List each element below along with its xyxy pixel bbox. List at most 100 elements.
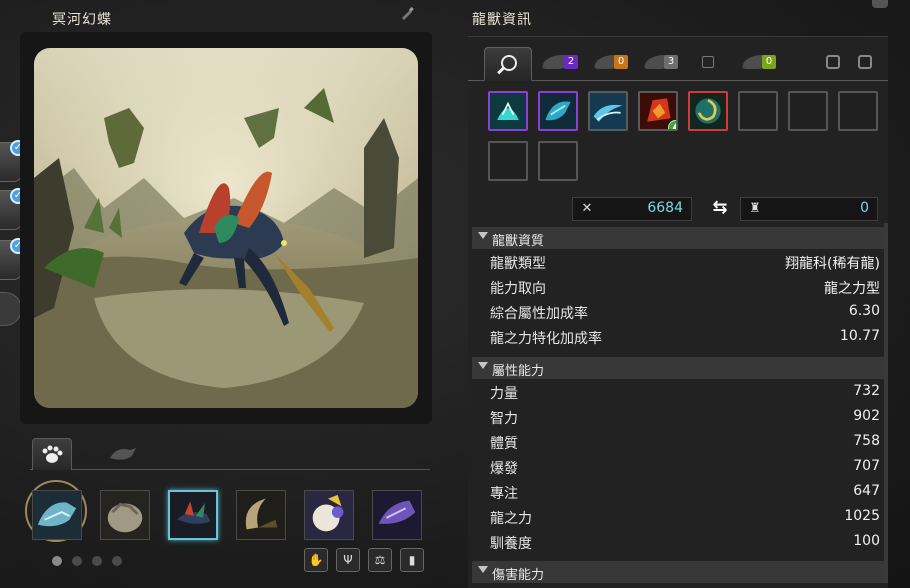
pet-slot-2[interactable] <box>100 490 150 540</box>
page-dot-2[interactable] <box>72 556 82 566</box>
side-tab-ring[interactable] <box>0 292 22 326</box>
stat-key: 爆發 <box>490 461 518 477</box>
stat-key: 智力 <box>490 411 518 427</box>
stat-row: 專注 647 <box>472 479 884 504</box>
armor-icon: ♜ <box>749 201 761 216</box>
defense-power-value: 0 <box>860 200 869 216</box>
close-icon[interactable] <box>872 0 888 8</box>
combat-power-box: ✕ 6684 <box>572 197 692 221</box>
checkbox-icon[interactable] <box>702 56 714 68</box>
upgrade-arrow-icon: ▲ <box>668 120 676 129</box>
dragon-roar-skill-icon <box>540 93 576 129</box>
skill-slot-10[interactable] <box>538 141 578 181</box>
horn-count-badge: 3 <box>664 55 678 69</box>
wing-count-badge: 2 <box>564 55 578 69</box>
stat-row: 能力取向 龍之力型 <box>472 274 884 299</box>
stat-key: 綜合屬性加成率 <box>490 306 588 322</box>
collapse-triangle-icon <box>478 566 488 573</box>
pet-type-tabs <box>30 438 430 470</box>
collapse-triangle-icon <box>478 232 488 239</box>
stat-value: 10.77 <box>839 328 880 344</box>
stat-value: 1025 <box>844 508 880 524</box>
skill-slot-2[interactable] <box>538 91 578 131</box>
skill-slot-6[interactable] <box>738 91 778 131</box>
stat-key: 龍之力 <box>490 511 532 527</box>
pet-slot-1[interactable] <box>32 490 82 540</box>
stat-value: 732 <box>853 383 880 399</box>
panel-title: 龍獸資訊 <box>472 12 532 28</box>
pet-slot-4[interactable] <box>236 490 286 540</box>
tab-search[interactable] <box>484 47 532 81</box>
collapse-triangle-icon <box>478 362 488 369</box>
dragon-info-panel: 2 0 3 0 ▲ <box>468 36 888 588</box>
claw-count-badge: 0 <box>614 55 628 69</box>
stat-key: 龍之力特化加成率 <box>490 331 602 347</box>
scales-icon[interactable]: ⚖ <box>368 548 392 572</box>
stat-row: 體質 758 <box>472 429 884 454</box>
section-damage[interactable]: 傷害能力 <box>472 561 884 583</box>
beetle-portrait <box>237 491 285 539</box>
trash-icon[interactable] <box>858 55 872 69</box>
water-splash-skill-icon <box>490 93 526 129</box>
fang-count-badge: 0 <box>762 55 776 69</box>
scrollbar[interactable] <box>884 223 888 583</box>
stat-key: 體質 <box>490 436 518 452</box>
add-icon[interactable] <box>826 55 840 69</box>
pet-slot-3[interactable] <box>168 490 218 540</box>
stat-row: 龍之力特化加成率 10.77 <box>472 324 884 349</box>
section-attributes[interactable]: 屬性能力 <box>472 357 884 379</box>
snow-beast-portrait <box>305 491 353 539</box>
skill-slot-1[interactable] <box>488 91 528 131</box>
rename-brush-icon[interactable] <box>400 6 414 20</box>
pet-slot-6[interactable] <box>372 490 422 540</box>
stat-value: 100 <box>853 533 880 549</box>
wind-wave-skill-icon <box>590 93 626 129</box>
swap-icon[interactable]: ⇆ <box>708 197 732 221</box>
card-icon[interactable]: ▮ <box>400 548 424 572</box>
page-dot-3[interactable] <box>92 556 102 566</box>
stat-row: 龍之力 1025 <box>472 504 884 529</box>
pet-3d-preview[interactable] <box>34 48 418 408</box>
stat-key: 馴養度 <box>490 536 532 552</box>
page-dot-1[interactable] <box>52 556 62 566</box>
skill-slot-7[interactable] <box>788 91 828 131</box>
tab-pets[interactable] <box>32 438 72 470</box>
magnifier-icon <box>501 55 517 71</box>
section-aptitude[interactable]: 龍獸資質 <box>472 227 884 249</box>
stat-value: 707 <box>853 458 880 474</box>
paw-action-icon[interactable]: ✋ <box>304 548 328 572</box>
paw-icon <box>42 445 63 463</box>
wings-action-icon[interactable]: Ψ <box>336 548 360 572</box>
section-label: 龍獸資質 <box>492 234 545 249</box>
stat-value: 758 <box>853 433 880 449</box>
butterfly-dragon-portrait <box>170 492 216 538</box>
skill-slot-8[interactable] <box>838 91 878 131</box>
section-label: 傷害能力 <box>492 568 545 583</box>
pet-name-title: 冥河幻蝶 <box>52 12 112 28</box>
stat-value: 6.30 <box>848 303 880 319</box>
skill-slot-9[interactable] <box>488 141 528 181</box>
stat-row: 力量 732 <box>472 379 884 404</box>
defense-power-box: ♜ 0 <box>740 197 878 221</box>
stat-key: 專注 <box>490 486 518 502</box>
rock-turtle-portrait <box>101 491 149 539</box>
page-dot-4[interactable] <box>112 556 122 566</box>
stat-value: 翔龍科(稀有龍) <box>785 256 880 272</box>
dragon-head-icon <box>110 448 136 460</box>
section-label: 屬性能力 <box>492 364 545 379</box>
stat-key: 龍獸類型 <box>490 256 546 272</box>
skill-slot-5[interactable] <box>688 91 728 131</box>
stat-row: 馴養度 100 <box>472 529 884 554</box>
combat-power-value: 6684 <box>647 200 683 216</box>
skill-slot-4[interactable]: ▲ <box>638 91 678 131</box>
tab-dragons[interactable] <box>102 438 142 470</box>
ice-dragon-portrait <box>33 491 81 539</box>
skill-slot-3[interactable] <box>588 91 628 131</box>
stat-value: 902 <box>853 408 880 424</box>
stat-row: 龍獸類型 翔龍科(稀有龍) <box>472 249 884 274</box>
stat-row: 爆發 707 <box>472 454 884 479</box>
crossed-axes-icon: ✕ <box>581 201 593 216</box>
info-tabbar: 2 0 3 0 <box>468 45 888 81</box>
pet-slot-5[interactable] <box>304 490 354 540</box>
violet-dragon-portrait <box>373 491 421 539</box>
